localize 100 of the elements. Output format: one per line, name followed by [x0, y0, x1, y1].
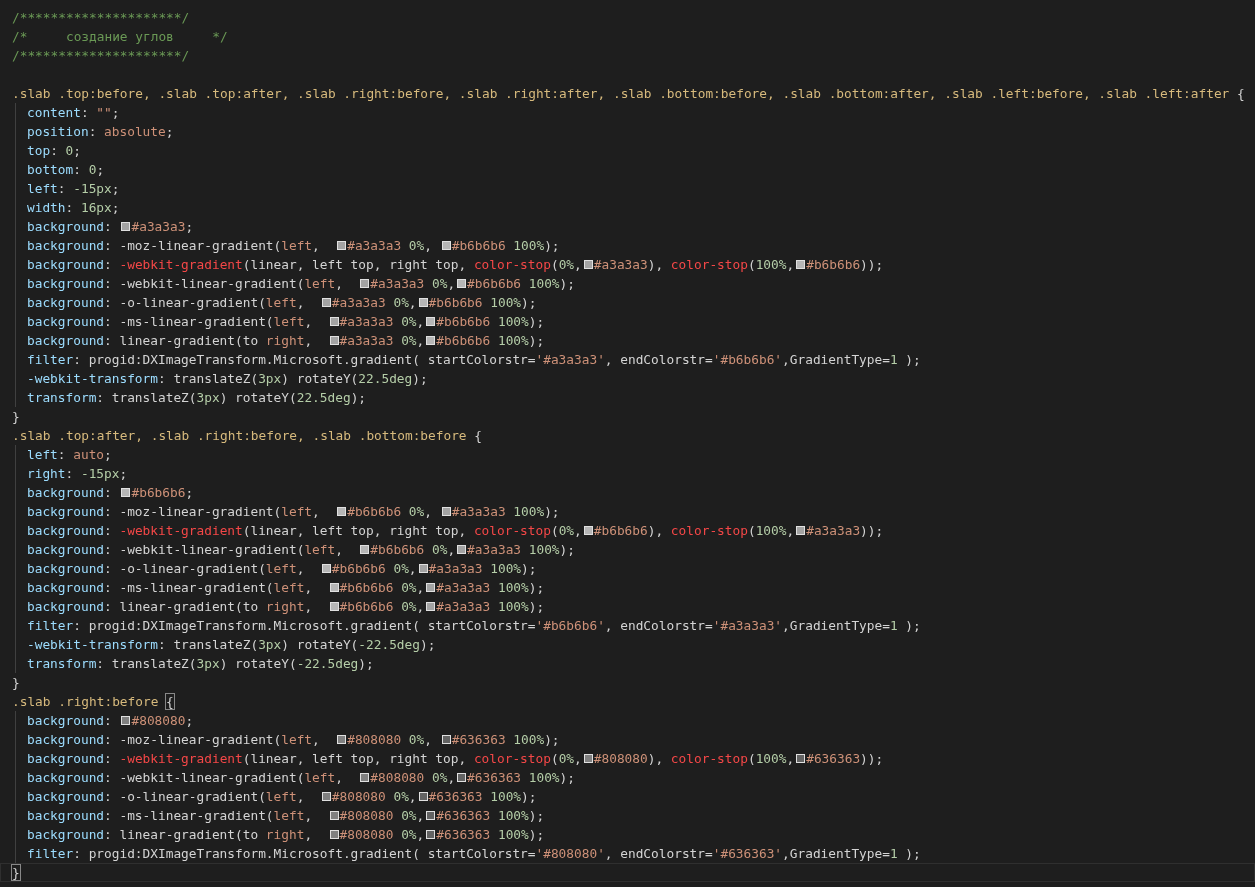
code-text: background: -o-linear-gradient(left,: [27, 788, 306, 806]
color-swatch-icon[interactable]: [121, 716, 131, 725]
code-text: bottom: 0;: [27, 161, 105, 179]
code-text: #808080;: [131, 712, 194, 730]
code-text: }: [12, 408, 20, 426]
code-text: right: -15px;: [27, 465, 128, 483]
color-swatch-icon[interactable]: [321, 298, 331, 307]
code-text: background: linear-gradient(to right,: [27, 826, 314, 844]
code-text: background: -o-linear-gradient(left,: [27, 294, 306, 312]
code-text: #b6b6b6 0%,: [347, 503, 433, 521]
color-swatch-icon[interactable]: [329, 583, 339, 592]
code-text: #a3a3a3 100%);: [436, 598, 545, 616]
code-text: transform: translateZ(3px) rotateY(22.5deg);: [27, 389, 367, 407]
code-text: width: 16px;: [27, 199, 120, 217]
color-swatch-icon[interactable]: [360, 545, 370, 554]
color-swatch-icon[interactable]: [337, 507, 347, 516]
code-text: background: linear-gradient(to right,: [27, 332, 314, 350]
code-text: background: -ms-linear-gradient(left,: [27, 807, 314, 825]
color-swatch-icon[interactable]: [321, 564, 331, 573]
color-swatch-icon[interactable]: [360, 279, 370, 288]
color-swatch-icon[interactable]: [426, 583, 436, 592]
code-text: #636363 100%);: [436, 807, 545, 825]
code-text: -webkit-transform: translateZ(3px) rotateY(-22.5deg);: [27, 636, 436, 654]
code-text: /*********************/: [12, 47, 190, 65]
code-text: #a3a3a3));: [806, 522, 884, 540]
code-text: background: -moz-linear-gradient(left,: [27, 503, 321, 521]
code-text: #808080), color-stop(100%,: [593, 750, 795, 768]
code-text: #636363 100%);: [451, 731, 560, 749]
color-swatch-icon[interactable]: [329, 830, 339, 839]
code-text: #b6b6b6 0%,: [370, 541, 456, 559]
color-swatch-icon[interactable]: [360, 773, 370, 782]
color-swatch-icon[interactable]: [329, 602, 339, 611]
color-swatch-icon[interactable]: [329, 336, 339, 345]
color-swatch-icon[interactable]: [337, 241, 347, 250]
color-swatch-icon[interactable]: [441, 241, 451, 250]
code-text: #636363 100%);: [428, 788, 537, 806]
color-swatch-icon[interactable]: [796, 260, 806, 269]
code-text: /* создание углов */: [12, 28, 228, 46]
color-swatch-icon[interactable]: [121, 222, 131, 231]
code-text: #636363));: [806, 750, 884, 768]
code-text: #b6b6b6 0%,: [339, 598, 425, 616]
color-swatch-icon[interactable]: [426, 317, 436, 326]
color-swatch-icon[interactable]: [426, 602, 436, 611]
color-swatch-icon[interactable]: [457, 279, 467, 288]
code-text: background: -moz-linear-gradient(left,: [27, 237, 321, 255]
color-swatch-icon[interactable]: [418, 298, 428, 307]
color-swatch-icon[interactable]: [441, 507, 451, 516]
color-swatch-icon[interactable]: [441, 735, 451, 744]
code-text: #808080 0%,: [339, 807, 425, 825]
code-text: #b6b6b6), color-stop(100%,: [593, 522, 795, 540]
color-swatch-icon[interactable]: [426, 336, 436, 345]
code-text: #636363 100%);: [436, 826, 545, 844]
code-text: background:: [27, 712, 113, 730]
color-swatch-icon[interactable]: [329, 317, 339, 326]
code-text: .slab .right:before {: [12, 693, 174, 711]
code-text: #808080 0%,: [370, 769, 456, 787]
code-text: #b6b6b6;: [131, 484, 194, 502]
color-swatch-icon[interactable]: [121, 488, 131, 497]
code-text: background: -webkit-gradient(linear, left top, right top, color-stop(0%,: [27, 522, 582, 540]
code-text: #b6b6b6 100%);: [467, 275, 575, 293]
code-text: background: -ms-linear-gradient(left,: [27, 313, 314, 331]
code-text: content: "";: [27, 104, 120, 122]
code-text: background: -o-linear-gradient(left,: [27, 560, 306, 578]
code-text: #b6b6b6 0%,: [331, 560, 417, 578]
color-swatch-icon[interactable]: [583, 260, 593, 269]
code-text: #a3a3a3 100%);: [451, 503, 560, 521]
code-text: #a3a3a3 0%,: [331, 294, 417, 312]
code-text: #808080 0%,: [331, 788, 417, 806]
color-swatch-icon[interactable]: [426, 811, 436, 820]
color-swatch-icon[interactable]: [426, 830, 436, 839]
code-text: #a3a3a3;: [131, 218, 194, 236]
code-text: #a3a3a3 0%,: [339, 313, 425, 331]
code-text: #a3a3a3 100%);: [428, 560, 537, 578]
code-text: left: auto;: [27, 446, 112, 464]
color-swatch-icon[interactable]: [457, 545, 467, 554]
code-text: #b6b6b6 0%,: [339, 579, 425, 597]
code-text: #a3a3a3 0%,: [339, 332, 425, 350]
color-swatch-icon[interactable]: [337, 735, 347, 744]
color-swatch-icon[interactable]: [418, 564, 428, 573]
color-swatch-icon[interactable]: [457, 773, 467, 782]
color-swatch-icon[interactable]: [321, 792, 331, 801]
color-swatch-icon[interactable]: [329, 811, 339, 820]
code-text: #b6b6b6 100%);: [451, 237, 560, 255]
code-text: }: [12, 674, 20, 692]
color-swatch-icon[interactable]: [583, 526, 593, 535]
code-text: background:: [27, 484, 113, 502]
color-swatch-icon[interactable]: [796, 754, 806, 763]
code-text: filter: progid:DXImageTransform.Microsoft.gradient( startColorstr='#808080', endColorstr='#636363',GradientType=1 );: [27, 845, 921, 863]
code-text: }: [12, 864, 20, 882]
color-swatch-icon[interactable]: [418, 792, 428, 801]
code-text: filter: progid:DXImageTransform.Microsoft.gradient( startColorstr='#a3a3a3', endColorstr='#b6b6b6',GradientType=1 );: [27, 351, 921, 369]
code-text: top: 0;: [27, 142, 81, 160]
code-text: transform: translateZ(3px) rotateY(-22.5deg);: [27, 655, 374, 673]
code-text: background: -webkit-gradient(linear, left top, right top, color-stop(0%,: [27, 750, 582, 768]
color-swatch-icon[interactable]: [796, 526, 806, 535]
code-text: #b6b6b6));: [806, 256, 884, 274]
code-text: background: -webkit-linear-gradient(left,: [27, 541, 344, 559]
code-text: #808080 0%,: [347, 731, 433, 749]
code-text: left: -15px;: [27, 180, 120, 198]
color-swatch-icon[interactable]: [583, 754, 593, 763]
